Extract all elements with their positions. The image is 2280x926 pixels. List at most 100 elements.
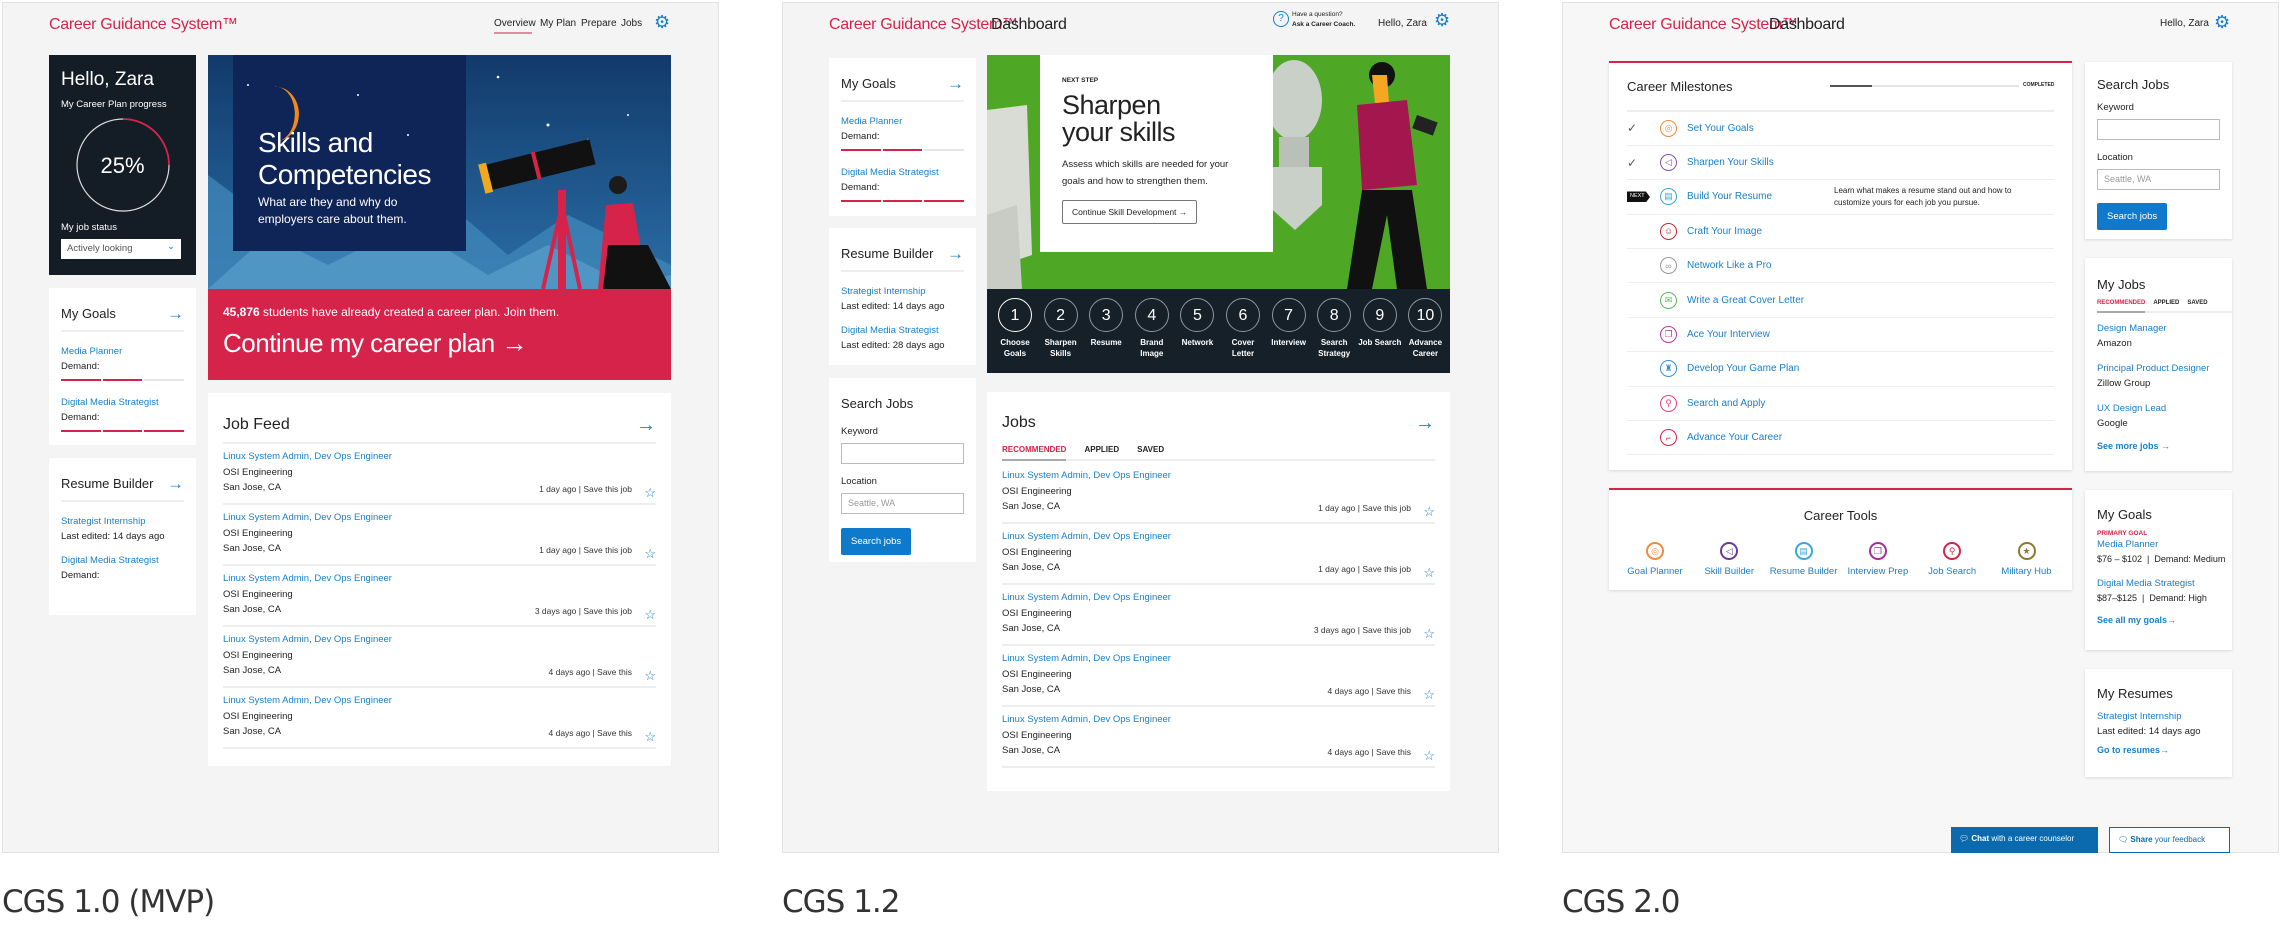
- star-icon[interactable]: ☆: [1423, 504, 1435, 520]
- cta-banner[interactable]: 45,876 students have already created a c…: [208, 289, 671, 380]
- step-9[interactable]: 9 Job Search: [1358, 298, 1402, 348]
- gear-icon[interactable]: ⚙: [1434, 10, 1450, 31]
- job-title-link[interactable]: Linux System Admin, Dev Ops Engineer: [1002, 712, 1435, 728]
- milestone-link[interactable]: Advance Your Career: [1687, 432, 1782, 443]
- help-link[interactable]: Have a question? Ask a Career Coach.: [1292, 10, 1355, 30]
- nav-prepare[interactable]: Prepare: [581, 18, 617, 29]
- tab-applied[interactable]: APPLIED: [2153, 300, 2179, 311]
- milestone-link[interactable]: Sharpen Your Skills: [1687, 157, 1774, 168]
- star-icon[interactable]: ☆: [644, 485, 656, 501]
- gear-icon[interactable]: ⚙: [2214, 12, 2230, 33]
- star-icon[interactable]: ☆: [1423, 626, 1435, 642]
- milestone-link[interactable]: Search and Apply: [1687, 398, 1765, 409]
- milestone-row[interactable]: ♜ Develop Your Game Plan: [1627, 352, 2054, 387]
- job-status-select[interactable]: Actively looking ⌄: [61, 239, 181, 259]
- milestone-link[interactable]: Craft Your Image: [1687, 226, 1762, 237]
- tab-applied[interactable]: APPLIED: [1084, 445, 1119, 459]
- job-title-link[interactable]: Linux System Admin, Dev Ops Engineer: [223, 449, 656, 465]
- nav-my-plan[interactable]: My Plan: [540, 18, 576, 29]
- step-6[interactable]: 6 Cover Letter: [1221, 298, 1265, 359]
- resume-link[interactable]: Strategist Internship: [2097, 709, 2220, 724]
- job-meta[interactable]: 4 days ago | Save this: [1328, 745, 1411, 761]
- continue-plan-button[interactable]: Continue my career plan →: [223, 328, 656, 359]
- milestone-row[interactable]: ⌐ Advance Your Career: [1627, 421, 2054, 456]
- search-jobs-button[interactable]: Search jobs: [841, 528, 912, 555]
- chat-counselor-button[interactable]: 💬︎ Chat with a career counselor: [1951, 827, 2098, 853]
- job-title-link[interactable]: Linux System Admin, Dev Ops Engineer: [223, 571, 656, 587]
- job-meta[interactable]: 3 days ago | Save this job: [535, 604, 632, 620]
- arrow-right-icon[interactable]: →: [167, 475, 184, 492]
- goal-link[interactable]: Digital Media Strategist: [61, 395, 184, 410]
- goal-link[interactable]: Media Planner: [841, 114, 964, 129]
- arrow-right-icon[interactable]: →: [1415, 413, 1435, 433]
- job-title-link[interactable]: Linux System Admin, Dev Ops Engineer: [223, 632, 656, 648]
- milestone-link[interactable]: Ace Your Interview: [1687, 329, 1770, 340]
- star-icon[interactable]: ☆: [644, 607, 656, 623]
- job-meta[interactable]: 1 day ago | Save this job: [539, 543, 632, 559]
- tab-recommended[interactable]: RECOMMENDED: [1002, 445, 1067, 461]
- milestone-row[interactable]: ✉ Write a Great Cover Letter: [1627, 283, 2054, 318]
- tool-job-search[interactable]: ⚲ Job Search: [1912, 542, 1992, 577]
- star-icon[interactable]: ☆: [1423, 687, 1435, 703]
- tool-resume-builder[interactable]: ▤ Resume Builder: [1764, 542, 1844, 577]
- go-to-resumes-link[interactable]: Go to resumes→: [2097, 745, 2220, 755]
- goal-link[interactable]: Digital Media Strategist: [2097, 576, 2220, 591]
- job-meta[interactable]: 3 days ago | Save this job: [1314, 623, 1411, 639]
- job-title-link[interactable]: Principal Product Designer: [2097, 361, 2220, 376]
- step-3[interactable]: 3 Resume: [1084, 298, 1128, 348]
- goal-link[interactable]: Media Planner: [61, 344, 184, 359]
- star-icon[interactable]: ☆: [644, 729, 656, 745]
- resume-link[interactable]: Strategist Internship: [841, 284, 964, 299]
- tool-goal-planner[interactable]: ◎ Goal Planner: [1615, 542, 1695, 577]
- tab-saved[interactable]: SAVED: [1137, 445, 1164, 459]
- milestone-row[interactable]: ∞ Network Like a Pro: [1627, 249, 2054, 284]
- star-icon[interactable]: ☆: [644, 546, 656, 562]
- milestone-row[interactable]: ✓ ◁ Sharpen Your Skills: [1627, 146, 2054, 181]
- job-title-link[interactable]: Linux System Admin, Dev Ops Engineer: [1002, 468, 1435, 484]
- milestone-link[interactable]: Network Like a Pro: [1687, 260, 1771, 271]
- arrow-right-icon[interactable]: →: [167, 305, 184, 322]
- goal-link[interactable]: Media Planner: [2097, 537, 2220, 552]
- milestone-row[interactable]: ⚲ Search and Apply: [1627, 387, 2054, 422]
- job-meta[interactable]: 4 days ago | Save this: [549, 726, 632, 742]
- resume-link[interactable]: Digital Media Strategist: [841, 323, 964, 338]
- help-icon[interactable]: ?: [1273, 11, 1289, 27]
- nav-jobs[interactable]: Jobs: [621, 18, 642, 29]
- hero-banner[interactable]: Skills and Competencies What are they an…: [208, 55, 671, 289]
- nav-overview[interactable]: Overview: [494, 18, 536, 29]
- see-more-jobs-link[interactable]: See more jobs →: [2097, 441, 2220, 451]
- job-title-link[interactable]: Linux System Admin, Dev Ops Engineer: [223, 693, 656, 709]
- tab-saved[interactable]: SAVED: [2187, 300, 2207, 311]
- tool-military-hub[interactable]: ★ Military Hub: [1987, 542, 2067, 577]
- tool-interview-prep[interactable]: ❐ Interview Prep: [1838, 542, 1918, 577]
- see-all-goals-link[interactable]: See all my goals→: [2097, 615, 2220, 625]
- job-title-link[interactable]: Linux System Admin, Dev Ops Engineer: [223, 510, 656, 526]
- keyword-input[interactable]: [841, 443, 964, 464]
- continue-skill-development-button[interactable]: Continue Skill Development →: [1062, 200, 1198, 224]
- star-icon[interactable]: ☆: [1423, 565, 1435, 581]
- star-icon[interactable]: ☆: [644, 668, 656, 684]
- milestone-link[interactable]: Write a Great Cover Letter: [1687, 295, 1804, 306]
- milestone-row[interactable]: ☺ Craft Your Image: [1627, 215, 2054, 250]
- resume-link[interactable]: Digital Media Strategist: [61, 553, 184, 568]
- step-7[interactable]: 7 Interview: [1267, 298, 1311, 348]
- job-meta[interactable]: 1 day ago | Save this job: [1318, 562, 1411, 578]
- milestone-row[interactable]: ✓ ◎ Set Your Goals: [1627, 112, 2054, 146]
- resume-link[interactable]: Strategist Internship: [61, 514, 184, 529]
- brand-logo[interactable]: Career Guidance System™: [49, 16, 238, 34]
- step-1[interactable]: 1 Choose Goals: [993, 298, 1037, 359]
- arrow-right-icon[interactable]: →: [636, 415, 656, 435]
- milestone-link[interactable]: Develop Your Game Plan: [1687, 363, 1799, 374]
- search-jobs-button[interactable]: Search jobs: [2097, 203, 2168, 230]
- milestone-link[interactable]: Build Your Resume: [1687, 191, 1772, 202]
- tool-skill-builder[interactable]: ◁ Skill Builder: [1689, 542, 1769, 577]
- step-2[interactable]: 2 Sharpen Skills: [1039, 298, 1083, 359]
- job-meta[interactable]: 1 day ago | Save this job: [1318, 501, 1411, 517]
- job-title-link[interactable]: UX Design Lead: [2097, 401, 2220, 416]
- star-icon[interactable]: ☆: [1423, 748, 1435, 764]
- milestone-link[interactable]: Set Your Goals: [1687, 123, 1754, 134]
- arrow-right-icon[interactable]: →: [947, 75, 964, 92]
- job-title-link[interactable]: Linux System Admin, Dev Ops Engineer: [1002, 651, 1435, 667]
- location-input[interactable]: Seattle, WA: [2097, 169, 2220, 190]
- gear-icon[interactable]: ⚙: [654, 12, 670, 33]
